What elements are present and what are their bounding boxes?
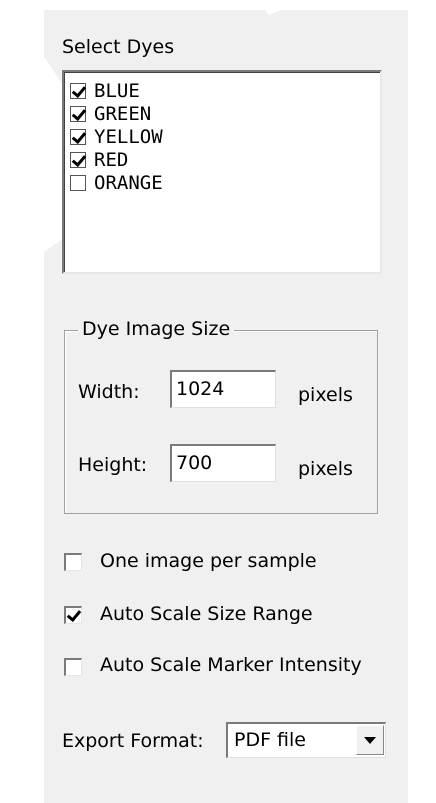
dye-label: GREEN (94, 103, 152, 125)
height-label: Height: (78, 454, 148, 476)
export-format-label: Export Format: (62, 730, 204, 752)
dye-listbox[interactable]: BLUE GREEN YELLOW RED ORANGE (62, 70, 382, 274)
auto-scale-size-range-checkbox[interactable] (64, 606, 82, 624)
dye-label: RED (94, 149, 129, 171)
one-image-per-sample-label: One image per sample (100, 550, 317, 572)
dye-image-size-group (64, 330, 378, 514)
dye-checkbox[interactable] (70, 83, 86, 99)
export-format-value: PDF file (234, 729, 306, 751)
list-item[interactable]: GREEN (70, 103, 151, 125)
list-item[interactable]: ORANGE (70, 172, 163, 194)
width-field[interactable]: 1024 (170, 370, 276, 408)
height-field[interactable]: 700 (170, 444, 276, 482)
group-title: Dye Image Size (78, 318, 235, 340)
dye-label: YELLOW (94, 126, 163, 148)
chevron-down-icon (364, 736, 376, 744)
dye-checkbox[interactable] (70, 152, 86, 168)
width-label: Width: (78, 381, 140, 403)
list-item[interactable]: BLUE (70, 80, 140, 102)
auto-scale-marker-intensity-label: Auto Scale Marker Intensity (100, 654, 362, 676)
dye-checkbox[interactable] (70, 129, 86, 145)
width-unit-label: pixels (298, 384, 353, 406)
dropdown-button[interactable] (356, 725, 384, 755)
list-item[interactable]: RED (70, 149, 128, 171)
export-format-select[interactable]: PDF file (226, 722, 386, 758)
list-item[interactable]: YELLOW (70, 126, 163, 148)
dye-label: ORANGE (94, 172, 163, 194)
dye-checkbox[interactable] (70, 175, 86, 191)
dye-label: BLUE (94, 80, 140, 102)
height-unit-label: pixels (298, 458, 353, 480)
auto-scale-marker-intensity-checkbox[interactable] (64, 658, 82, 676)
one-image-per-sample-checkbox[interactable] (64, 553, 82, 571)
auto-scale-size-range-label: Auto Scale Size Range (100, 603, 313, 625)
dye-checkbox[interactable] (70, 106, 86, 122)
select-dyes-label: Select Dyes (62, 36, 175, 58)
